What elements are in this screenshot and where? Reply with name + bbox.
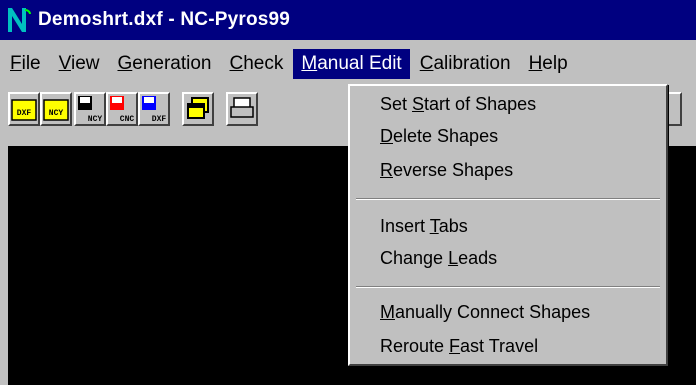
save-ncy-disk-icon: NCY: [78, 96, 103, 124]
manual-edit-dropdown: Set Start of Shapes Delete Shapes Revers…: [348, 84, 668, 366]
menu-file[interactable]: File: [2, 49, 49, 79]
title-bar[interactable]: Demoshrt.dxf - NC-Pyros99: [0, 0, 696, 40]
menu-help[interactable]: Help: [521, 49, 576, 79]
open-dxf-button[interactable]: DXF: [8, 92, 40, 126]
svg-text:NCY: NCY: [49, 109, 64, 118]
menu-check[interactable]: Check: [222, 49, 292, 79]
menu-item-delete-shapes[interactable]: Delete Shapes: [380, 126, 498, 147]
windows-button[interactable]: [182, 92, 214, 126]
menu-item-manually-connect-shapes[interactable]: Manually Connect Shapes: [380, 302, 590, 323]
svg-text:NCY: NCY: [88, 115, 103, 124]
save-dxf-disk-icon: DXF: [142, 96, 167, 124]
save-dxf-button[interactable]: DXF: [138, 92, 170, 126]
svg-text:CNC: CNC: [120, 115, 135, 124]
menu-separator: [356, 198, 660, 200]
svg-text:DXF: DXF: [17, 109, 32, 118]
print-button[interactable]: [226, 92, 258, 126]
window-title: Demoshrt.dxf - NC-Pyros99: [38, 9, 291, 30]
menu-bar: File View Generation Check Manual Edit C…: [0, 44, 696, 84]
open-ncy-button[interactable]: NCY: [40, 92, 72, 126]
print-icon: [230, 97, 254, 118]
save-cnc-disk-icon: CNC: [110, 96, 135, 124]
menu-item-reverse-shapes[interactable]: Reverse Shapes: [380, 160, 513, 181]
menu-item-change-leads[interactable]: Change Leads: [380, 248, 497, 269]
menu-item-insert-tabs[interactable]: Insert Tabs: [380, 216, 468, 237]
save-cnc-button[interactable]: CNC: [106, 92, 138, 126]
windows-icon: [187, 97, 209, 119]
menu-generation[interactable]: Generation: [109, 49, 219, 79]
menu-view[interactable]: View: [51, 49, 108, 79]
menu-item-set-start-of-shapes[interactable]: Set Start of Shapes: [380, 94, 536, 115]
save-ncy-button[interactable]: NCY: [74, 92, 106, 126]
svg-text:DXF: DXF: [152, 115, 167, 124]
nc-pyros-app-icon[interactable]: [6, 6, 32, 34]
menu-item-reroute-fast-travel[interactable]: Reroute Fast Travel: [380, 336, 538, 357]
open-ncy-folder-icon: NCY: [43, 99, 69, 121]
open-dxf-folder-icon: DXF: [11, 99, 37, 121]
menu-manual-edit[interactable]: Manual Edit: [293, 49, 410, 79]
menu-calibration[interactable]: Calibration: [412, 49, 519, 79]
menu-separator: [356, 286, 660, 288]
